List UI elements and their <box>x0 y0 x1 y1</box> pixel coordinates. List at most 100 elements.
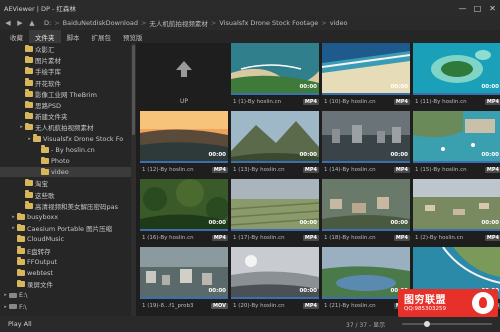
tree-item[interactable]: webtest <box>0 268 131 278</box>
video-filename: 1 (12)-By hoslin.cn <box>142 166 194 173</box>
tree-item-label: 众影汇 <box>35 46 55 54</box>
tree-item[interactable]: video <box>0 167 131 178</box>
maximize-icon[interactable]: □ <box>470 0 485 16</box>
expand-icon[interactable]: ▸ <box>2 292 9 298</box>
tab-2[interactable]: 脚本 <box>61 30 86 43</box>
breadcrumb-item[interactable]: 无人机航拍视频素材 <box>149 18 208 28</box>
video-filename: 1 (17)-By hoslin.cn <box>233 234 285 241</box>
video-tile[interactable]: 00:00 1 (16)-By hoslin.cn MP4 <box>140 179 228 243</box>
tree-item[interactable]: ▸ Visualsfx Drone Stock Fo <box>0 134 131 144</box>
folder-icon <box>25 190 33 198</box>
breadcrumb-item[interactable]: video <box>330 19 348 27</box>
minimize-icon[interactable]: — <box>455 0 470 16</box>
tree-item[interactable]: 众影汇 <box>0 44 131 54</box>
video-tile[interactable]: 00:00 1 (13)-By hoslin.cn MP4 <box>231 111 319 175</box>
zoom-slider-knob[interactable] <box>424 321 430 327</box>
video-progress-bar <box>140 161 228 163</box>
folder-icon <box>17 279 25 288</box>
tree-item[interactable]: E盘转存 <box>0 246 131 256</box>
video-tile[interactable]: 00:00 1 (18)-By hoslin.cn MP4 <box>322 179 410 243</box>
video-tile[interactable]: 00:00 1 (19)-8...f1_prob3 MOV <box>140 247 228 311</box>
video-progress-bar <box>231 229 319 231</box>
format-badge: MP4 <box>484 166 500 173</box>
tree-item-label: 高清视频和美女解压密码pas <box>35 202 118 211</box>
back-icon[interactable]: ◀ <box>4 19 12 27</box>
video-tile[interactable]: 00:00 1 (1)-By hoslin.cn MP4 <box>231 43 319 107</box>
video-duration: 00:00 <box>208 220 226 226</box>
video-duration: 00:00 <box>299 288 317 294</box>
breadcrumb-item[interactable]: BaiduNetdiskDownload <box>63 19 138 27</box>
video-duration: 00:00 <box>208 152 226 158</box>
video-tile[interactable]: 00:00 1 (11)-By hoslin.cn MP4 <box>413 43 500 107</box>
format-badge: MP4 <box>484 234 500 241</box>
title-bar: AEViewer | DP - 红森林 — □ ✕ <box>0 0 500 16</box>
tree-item[interactable]: 新建文件夹 <box>0 111 131 121</box>
expand-icon[interactable]: ▸ <box>10 214 17 220</box>
watermark-qq: QQ:985303259 <box>404 306 447 312</box>
expand-icon[interactable]: ▸ <box>2 304 9 310</box>
video-tile[interactable]: 00:00 1 (12)-By hoslin.cn MP4 <box>140 111 228 175</box>
tree-item[interactable]: 淘宝 <box>0 178 131 188</box>
tab-3[interactable]: 扩展包 <box>86 30 118 43</box>
folder-icon <box>17 246 25 254</box>
breadcrumb-separator: > <box>210 19 217 27</box>
play-all-button[interactable]: Play All <box>8 320 32 328</box>
tree-item[interactable]: 开花软件 <box>0 78 131 88</box>
video-caption: 1 (12)-By hoslin.cn MP4 <box>142 165 228 174</box>
expand-icon[interactable]: ▸ <box>18 124 25 130</box>
video-caption: 1 (18)-By hoslin.cn MP4 <box>324 233 410 242</box>
video-filename: 1 (1)-By hoslin.cn <box>233 98 282 105</box>
tree-item[interactable]: ▸ Caesium Portable 图片压缩 <box>0 223 131 233</box>
tree-item[interactable]: Photo <box>0 156 131 166</box>
forward-icon[interactable]: ▶ <box>16 19 24 27</box>
tree-item[interactable]: 思路PSD <box>0 100 131 110</box>
tree-item[interactable]: ▸ F:\ <box>0 302 131 312</box>
video-tile[interactable]: 00:001 (21)-By hoslin.cnMP4 <box>322 247 410 311</box>
tree-item[interactable]: 高清视频和美女解压密码pas <box>0 201 131 211</box>
video-tile[interactable]: 00:00 1 (15)-By hoslin.cn MP4 <box>413 111 500 175</box>
breadcrumb-item[interactable]: D: <box>44 19 51 27</box>
video-tile[interactable]: 00:00 1 (10)-By hoslin.cn MP4 <box>322 43 410 107</box>
expand-icon[interactable]: ▸ <box>26 136 33 142</box>
tree-item[interactable]: ▸ 无人机航拍视频素材 <box>0 122 131 132</box>
breadcrumb-item[interactable]: Visualsfx Drone Stock Footage <box>219 19 318 27</box>
up-folder-icon[interactable]: ▲ <box>28 19 36 27</box>
video-tile[interactable]: 00:00 1 (17)-By hoslin.cn MP4 <box>231 179 319 243</box>
tree-item-label: E盘转存 <box>27 247 51 256</box>
tab-0[interactable]: 收藏 <box>4 30 29 43</box>
close-icon[interactable]: ✕ <box>485 0 500 16</box>
tree-item-label: video <box>51 168 69 177</box>
tree-item[interactable]: 影像工业网 TheBrim <box>0 89 131 99</box>
tree-item[interactable]: CloudMusic <box>0 234 131 244</box>
folder-icon <box>17 212 25 220</box>
tab-4[interactable]: 预览版 <box>117 30 149 43</box>
tree-item[interactable]: ▸ busyboxx <box>0 212 131 222</box>
tree-item[interactable]: ▸ E:\ <box>0 290 131 300</box>
video-tile[interactable]: 00:00 1 (2)-By hoslin.cn MP4 <box>413 179 500 243</box>
tree-item[interactable]: 这些歌 <box>0 190 131 200</box>
video-tile[interactable]: 00:00 1 (20)-By hoslin.cn MP4 <box>231 247 319 311</box>
up-folder-tile[interactable]: UP <box>140 43 228 107</box>
video-filename: 1 (2)-By hoslin.cn <box>415 234 464 241</box>
folder-icon <box>25 111 33 120</box>
video-progress-bar <box>322 93 410 95</box>
breadcrumb-separator: > <box>54 19 60 27</box>
video-duration: 00:00 <box>208 288 226 294</box>
tree-item[interactable]: 录屏文件 <box>0 279 131 289</box>
video-tile[interactable]: 00:00 1 (14)-By hoslin.cn MP4 <box>322 111 410 175</box>
tree-item[interactable]: 图片素材 <box>0 55 131 65</box>
tree-item-label: busyboxx <box>27 213 59 221</box>
tree-item-label: 新建文件夹 <box>35 113 68 122</box>
tree-item[interactable]: - By hoslin.cn <box>0 145 131 155</box>
tree-item-label: 这些歌 <box>35 191 55 200</box>
format-badge: MP4 <box>211 166 228 173</box>
zoom-slider[interactable] <box>402 321 492 327</box>
drive-icon <box>9 292 17 298</box>
video-duration: 00:00 <box>299 152 317 158</box>
tree-item[interactable]: 手绘字库 <box>0 66 131 76</box>
tab-1[interactable]: 文件夹 <box>29 30 61 43</box>
expand-icon[interactable]: ▸ <box>10 225 17 231</box>
tree-item[interactable]: FFOutput <box>0 257 131 267</box>
video-progress-bar <box>322 297 410 299</box>
video-filename: 1 (11)-By hoslin.cn <box>415 98 467 105</box>
